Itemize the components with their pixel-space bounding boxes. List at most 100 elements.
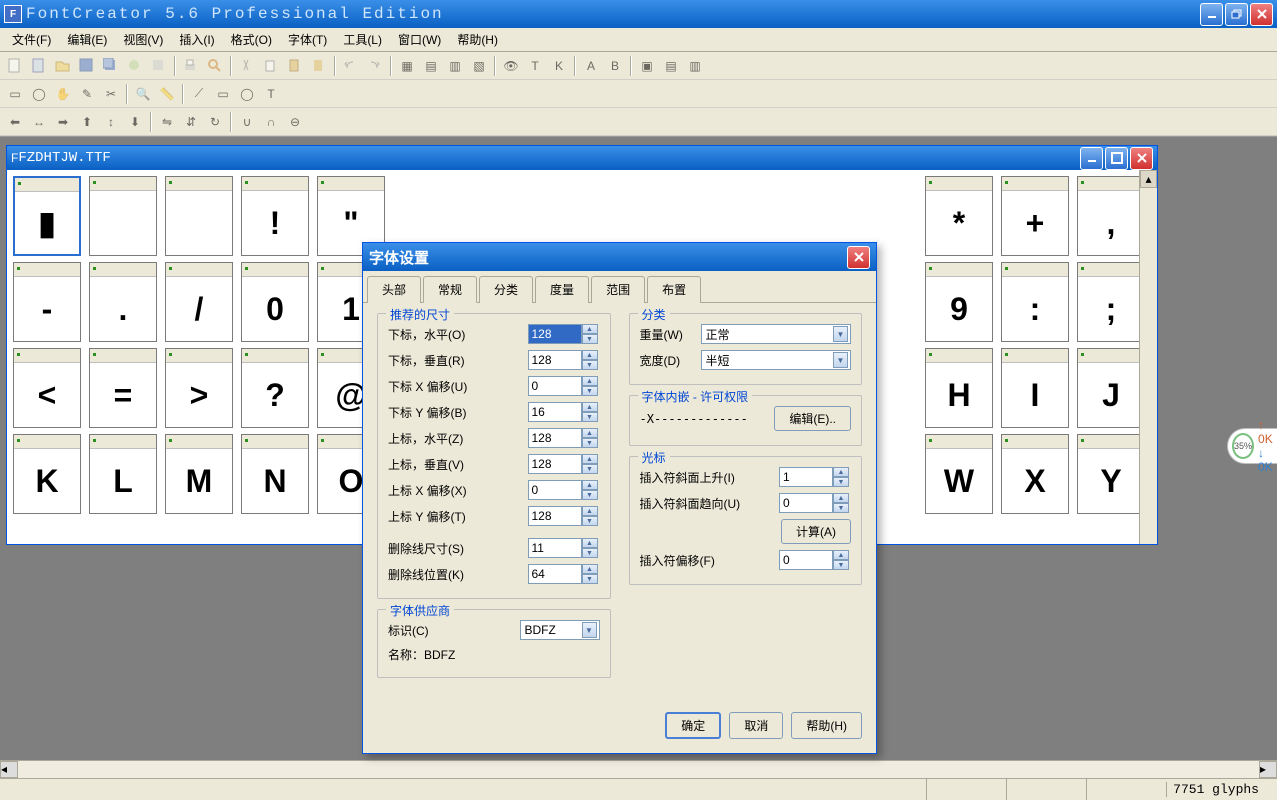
minimize-button[interactable]	[1200, 3, 1223, 26]
spin-down-icon[interactable]: ▼	[833, 503, 849, 513]
menu-view[interactable]: 视图(V)	[115, 29, 171, 50]
input-caret-rise[interactable]	[779, 467, 833, 487]
child-minimize-button[interactable]	[1080, 147, 1103, 170]
test-icon[interactable]: T	[524, 55, 546, 77]
tile-h-icon[interactable]: ▤	[660, 55, 682, 77]
new-project-icon[interactable]	[28, 55, 50, 77]
glyph-cell[interactable]: W	[925, 434, 993, 514]
glyph-cell[interactable]: 0	[241, 262, 309, 342]
spin-down-icon[interactable]: ▼	[833, 477, 849, 487]
tab-header[interactable]: 头部	[367, 276, 421, 303]
glyph-cell[interactable]: L	[89, 434, 157, 514]
toolbox-icon[interactable]: ▦	[396, 55, 418, 77]
glyph-cell[interactable]: <	[13, 348, 81, 428]
spin-down-icon[interactable]: ▼	[582, 574, 598, 584]
tab-ranges[interactable]: 范围	[591, 276, 645, 303]
spin-up-icon[interactable]: ▲	[582, 506, 598, 516]
path-icon[interactable]: ⟋	[188, 83, 210, 105]
input-caret-offset[interactable]	[779, 550, 833, 570]
spin-up-icon[interactable]: ▲	[833, 467, 849, 477]
glyph-cell[interactable]: ?	[241, 348, 309, 428]
menu-font[interactable]: 字体(T)	[280, 29, 335, 50]
glyph-cell[interactable]: ;	[1077, 262, 1145, 342]
glyph-cell[interactable]: X	[1001, 434, 1069, 514]
menu-tools[interactable]: 工具(L)	[335, 29, 390, 50]
glyph-cell[interactable]	[165, 176, 233, 256]
kerning-icon[interactable]: K	[548, 55, 570, 77]
paste-icon[interactable]	[284, 55, 306, 77]
preview-icon[interactable]: 👁	[500, 55, 522, 77]
horizontal-scrollbar[interactable]: ◂ ▸	[0, 760, 1277, 778]
child-maximize-button[interactable]	[1105, 147, 1128, 170]
align-left-icon[interactable]: ⬅	[4, 111, 26, 133]
input-sup-yo[interactable]	[528, 506, 582, 526]
scroll-track[interactable]	[18, 761, 1259, 778]
glyph-cell[interactable]	[89, 176, 157, 256]
dialog-titlebar[interactable]: 字体设置	[363, 243, 876, 271]
tab-general[interactable]: 常规	[423, 276, 477, 303]
spin-up-icon[interactable]: ▲	[582, 350, 598, 360]
knife-icon[interactable]: ✂	[100, 83, 122, 105]
menu-file[interactable]: 文件(F)	[4, 29, 59, 50]
glyph-cell[interactable]: .	[89, 262, 157, 342]
install-icon[interactable]	[124, 55, 146, 77]
glyph-cell[interactable]: J	[1077, 348, 1145, 428]
guide-icon[interactable]: ▥	[444, 55, 466, 77]
align-right-icon[interactable]: ➡	[52, 111, 74, 133]
find-icon[interactable]	[204, 55, 226, 77]
spin-down-icon[interactable]: ▼	[582, 386, 598, 396]
save-icon[interactable]	[76, 55, 98, 77]
hand-icon[interactable]: ✋	[52, 83, 74, 105]
edit-embedding-button[interactable]: 编辑(E)..	[774, 406, 851, 431]
spin-up-icon[interactable]: ▲	[582, 376, 598, 386]
rotate-icon[interactable]: ↻	[204, 111, 226, 133]
help-button[interactable]: 帮助(H)	[791, 712, 862, 739]
ellipse-tool-icon[interactable]: ◯	[236, 83, 258, 105]
align-center-v-icon[interactable]: ↕	[100, 111, 122, 133]
glyph-cell[interactable]: 9	[925, 262, 993, 342]
spin-down-icon[interactable]: ▼	[582, 548, 598, 558]
spin-down-icon[interactable]: ▼	[582, 360, 598, 370]
glyph-cell[interactable]: *	[925, 176, 993, 256]
input-sub-h[interactable]	[528, 324, 582, 344]
glyph-cell[interactable]: !	[241, 176, 309, 256]
measure-icon[interactable]: 📏	[156, 83, 178, 105]
scroll-up-icon[interactable]: ▴	[1140, 170, 1157, 188]
intersect-icon[interactable]: ∩	[260, 111, 282, 133]
spin-down-icon[interactable]: ▼	[582, 334, 598, 344]
menu-insert[interactable]: 插入(I)	[171, 29, 222, 50]
spin-up-icon[interactable]: ▲	[582, 538, 598, 548]
char-a-icon[interactable]: A	[580, 55, 602, 77]
metrics-icon[interactable]: ▧	[468, 55, 490, 77]
lasso-icon[interactable]: ◯	[28, 83, 50, 105]
glyph-cell[interactable]: >	[165, 348, 233, 428]
spin-down-icon[interactable]: ▼	[582, 490, 598, 500]
input-sup-h[interactable]	[528, 428, 582, 448]
input-sub-yo[interactable]	[528, 402, 582, 422]
spin-down-icon[interactable]: ▼	[582, 438, 598, 448]
glyph-cell[interactable]: /	[165, 262, 233, 342]
glyph-cell[interactable]: H	[925, 348, 993, 428]
edit-tool-icon[interactable]: ✎	[76, 83, 98, 105]
scroll-right-icon[interactable]: ▸	[1259, 761, 1277, 778]
spin-up-icon[interactable]: ▲	[833, 493, 849, 503]
scroll-left-icon[interactable]: ◂	[0, 761, 18, 778]
speed-gauge[interactable]: 35% ↑ 0K ↓ 0K	[1227, 428, 1277, 464]
spin-down-icon[interactable]: ▼	[582, 464, 598, 474]
input-strike-size[interactable]	[528, 538, 582, 558]
spin-up-icon[interactable]: ▲	[582, 454, 598, 464]
text-tool-icon[interactable]: T	[260, 83, 282, 105]
undo-icon[interactable]	[340, 55, 362, 77]
input-caret-run[interactable]	[779, 493, 833, 513]
glyph-cell[interactable]: M	[165, 434, 233, 514]
zoom-icon[interactable]: 🔍	[132, 83, 154, 105]
tab-metrics[interactable]: 度量	[535, 276, 589, 303]
font-window-titlebar[interactable]: F FZDHTJW.TTF	[7, 146, 1157, 170]
flip-h-icon[interactable]: ⇋	[156, 111, 178, 133]
spin-up-icon[interactable]: ▲	[582, 324, 598, 334]
dialog-close-button[interactable]	[847, 246, 870, 269]
save-all-icon[interactable]	[100, 55, 122, 77]
cut-icon[interactable]	[236, 55, 258, 77]
cancel-button[interactable]: 取消	[729, 712, 783, 739]
glyph-cell[interactable]: :	[1001, 262, 1069, 342]
